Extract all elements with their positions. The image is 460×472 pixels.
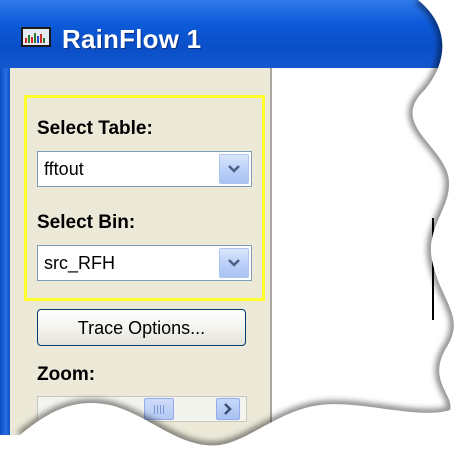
- torn-edge-overlay: [0, 0, 460, 472]
